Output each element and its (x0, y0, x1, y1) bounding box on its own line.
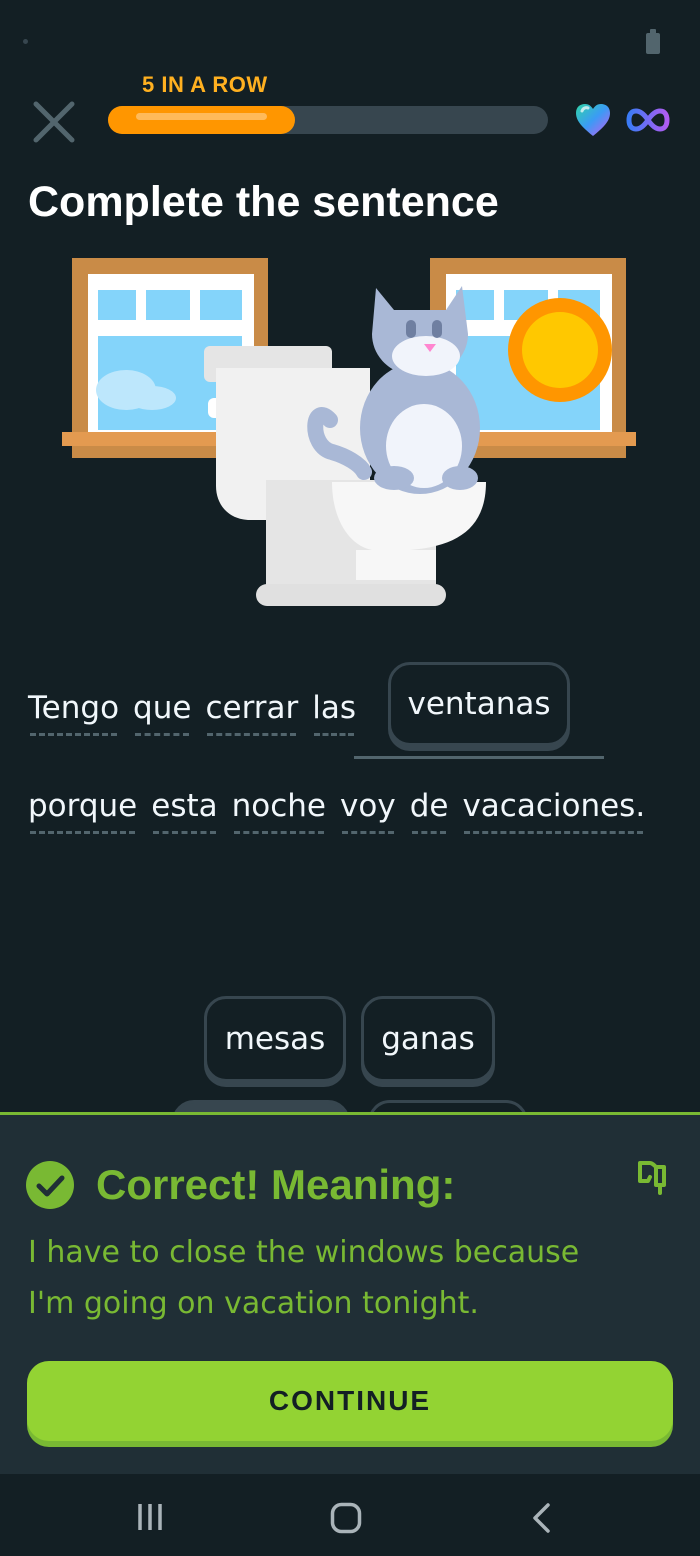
sentence-word[interactable]: las (312, 690, 356, 736)
streak-label: 5 IN A ROW (142, 72, 268, 97)
back-icon[interactable] (530, 1502, 554, 1534)
sentence-word[interactable]: de (410, 788, 448, 834)
answer-blank (354, 756, 604, 759)
sentence-word[interactable]: Tengo (28, 690, 119, 736)
translation-line: I'm going on vacation tonight. (28, 1286, 479, 1321)
feedback-title: Correct! Meaning: (96, 1161, 456, 1208)
status-bar (0, 0, 700, 80)
sentence-line-2: porque esta noche voy de vacaciones. (28, 788, 659, 834)
recent-apps-icon[interactable] (136, 1502, 164, 1532)
sentence-word[interactable]: porque (28, 788, 137, 834)
home-icon[interactable] (330, 1502, 362, 1534)
word-option-ganas[interactable]: ganas (361, 996, 495, 1082)
sentence-word[interactable]: noche (232, 788, 326, 834)
check-circle-icon (26, 1161, 74, 1209)
progress-shine (136, 113, 267, 120)
sentence-word[interactable]: voy (340, 788, 396, 834)
progress-fill (108, 106, 295, 134)
system-nav-bar (0, 1474, 700, 1556)
feedback-panel: Correct! Meaning: I have to close the wi… (0, 1112, 700, 1474)
sentence-line-1: Tengo que cerrar las (28, 690, 370, 736)
battery-icon (646, 29, 660, 54)
sentence-word[interactable]: vacaciones. (462, 788, 645, 834)
notification-dot (23, 39, 28, 44)
report-flag-icon[interactable] (634, 1157, 670, 1197)
lesson-progress-bar (108, 106, 548, 134)
heart-icon[interactable] (574, 102, 612, 138)
selected-answer-chip[interactable]: ventanas (388, 662, 570, 746)
cat-on-toilet-illustration (62, 258, 636, 606)
sentence-word[interactable]: esta (151, 788, 218, 834)
sentence-word[interactable]: cerrar (205, 690, 298, 736)
page-title: Complete the sentence (28, 178, 499, 226)
close-icon[interactable] (28, 96, 80, 148)
translation-line: I have to close the windows because (28, 1235, 580, 1270)
word-option-mesas[interactable]: mesas (204, 996, 346, 1082)
continue-button[interactable]: CONTINUE (27, 1361, 673, 1441)
infinity-icon (626, 108, 670, 132)
feedback-translation: I have to close the windows because I'm … (28, 1227, 668, 1329)
sentence-word[interactable]: que (133, 690, 191, 736)
